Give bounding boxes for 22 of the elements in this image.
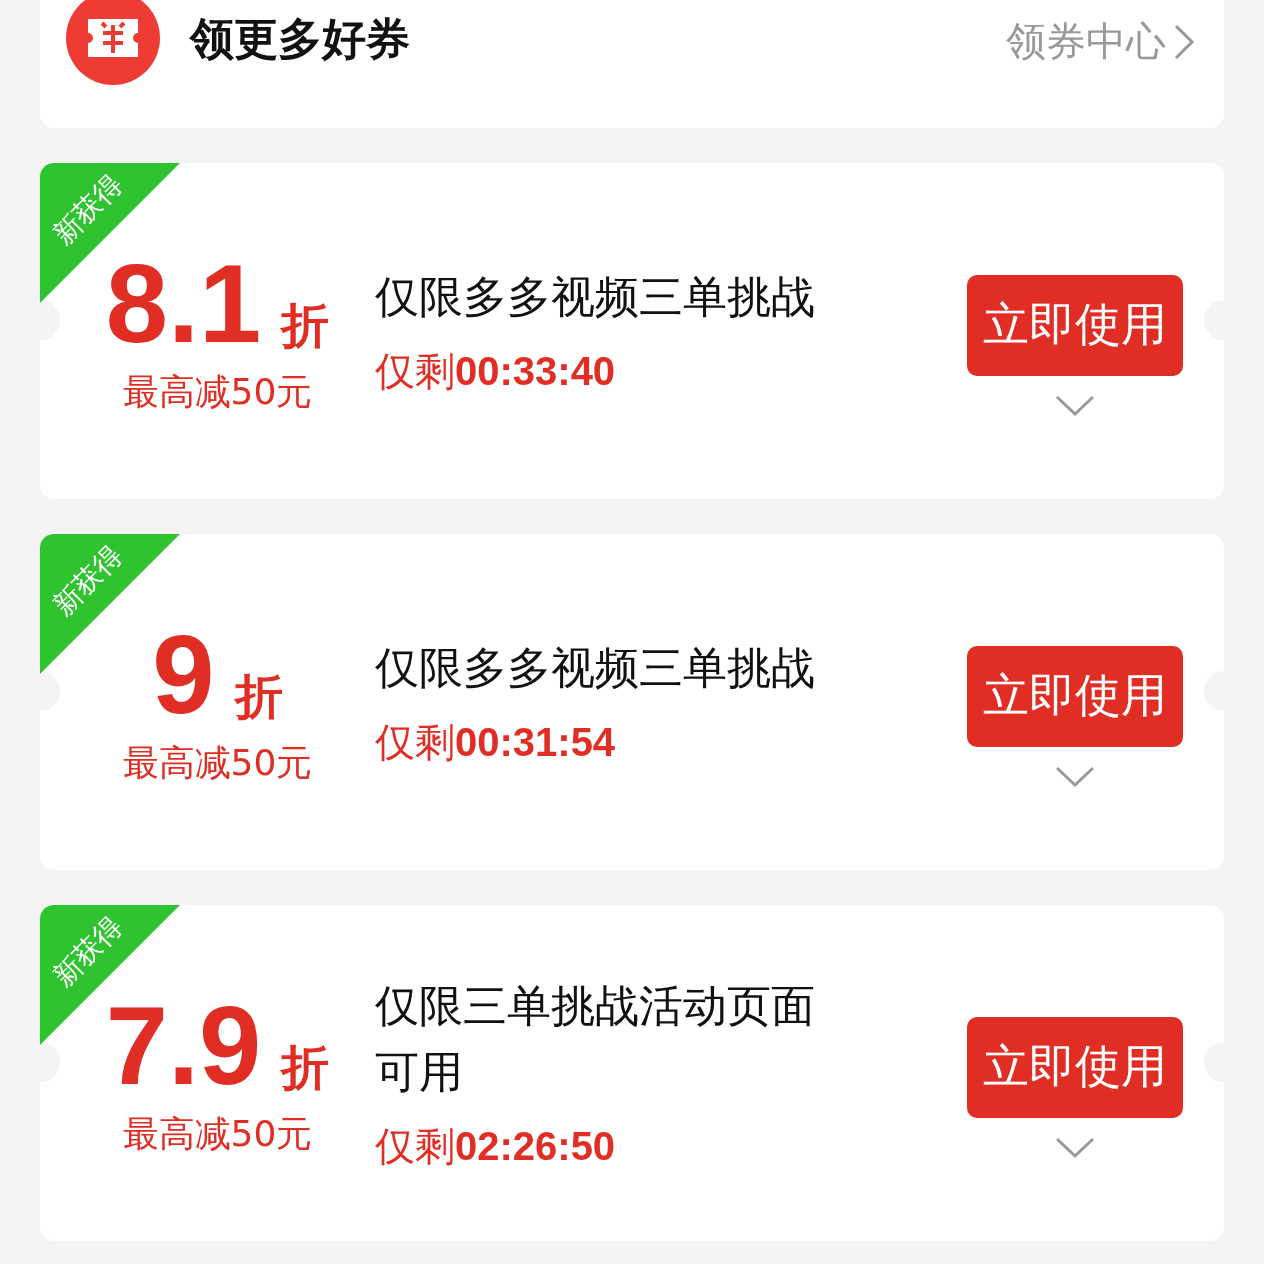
discount-cap: 最高减50元 [122,370,313,415]
discount-cap: 最高减50元 [122,1112,313,1157]
discount-value: 9 [152,615,215,734]
coupon-title: 仅限多多视频三单挑战 [375,269,816,324]
use-now-button[interactable]: 立即使用 [967,1016,1183,1118]
use-now-button[interactable]: 立即使用 [967,645,1183,747]
chevron-down-icon[interactable] [1055,764,1095,789]
new-label: 新获得 [45,538,130,624]
section-title: 领更多好券 [190,12,410,66]
coupon-title: 仅限多多视频三单挑战 [375,640,816,695]
countdown-text: 仅剩02:26:50 [375,1121,617,1171]
coupon-center-link[interactable]: 领券中心 [1006,14,1198,69]
discount-unit: 折 [281,295,330,355]
chevron-down-icon[interactable] [1055,393,1095,418]
discount-unit: 折 [234,666,283,726]
chevron-down-icon[interactable] [1055,1135,1095,1160]
countdown-text: 仅剩00:33:40 [375,346,617,396]
coupon-title: 仅限三单挑战活动页面可用 [375,978,816,1099]
discount-unit: 折 [281,1037,330,1097]
countdown-text: 仅剩00:31:54 [375,717,617,767]
use-now-button[interactable]: 立即使用 [967,274,1183,376]
discount-cap: 最高减50元 [122,741,313,786]
